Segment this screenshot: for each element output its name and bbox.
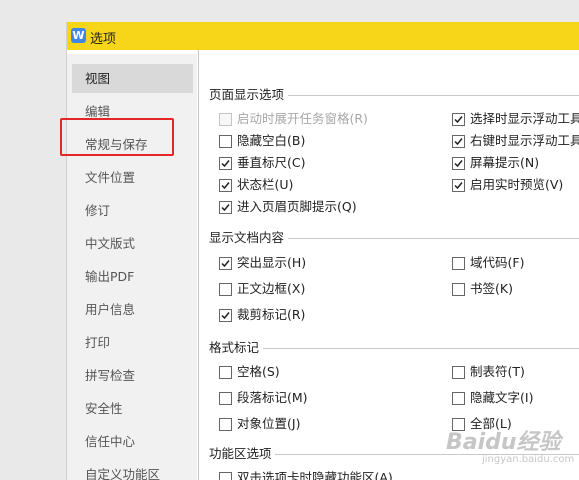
checkbox-box[interactable] xyxy=(219,157,232,170)
checkbox-label: 隐藏空白(B) xyxy=(237,133,306,148)
checkbox-box[interactable] xyxy=(452,257,465,270)
checkbox-box[interactable] xyxy=(452,392,465,405)
window-title: 选项 xyxy=(90,32,117,47)
checkbox-label: 垂直标尺(C) xyxy=(237,155,306,170)
checkbox-box[interactable] xyxy=(219,257,232,270)
section-divider xyxy=(263,348,579,349)
checkbox-label: 双击选项卡时隐藏功能区(A) xyxy=(237,470,393,480)
check-mark-icon xyxy=(221,260,230,268)
checkbox-box[interactable] xyxy=(452,135,465,148)
sidebar-item-trust-center[interactable]: 信任中心 xyxy=(72,427,193,456)
checkbox-label: 书签(K) xyxy=(470,281,513,296)
checkbox-box[interactable] xyxy=(452,157,465,170)
section-title-page-display: 页面显示选项 xyxy=(209,87,285,102)
check-mark-icon xyxy=(454,116,463,124)
checkbox-box[interactable] xyxy=(219,309,232,322)
watermark-logo: Baidu经验 xyxy=(446,430,561,455)
sidebar-item-print[interactable]: 打印 xyxy=(72,328,193,357)
sidebar-item-user-info[interactable]: 用户信息 xyxy=(72,295,193,324)
checkbox-label: 选择时显示浮动工具栏 xyxy=(470,111,579,126)
check-mark-icon xyxy=(454,160,463,168)
section-divider xyxy=(288,238,579,239)
checkbox-label: 屏幕提示(N) xyxy=(470,155,540,170)
checkbox-label: 突出显示(H) xyxy=(237,255,307,270)
checkbox-label: 右键时显示浮动工具栏 xyxy=(470,133,579,148)
checkbox-box[interactable] xyxy=(452,179,465,192)
title-bar[interactable]: W 选项 xyxy=(67,22,579,50)
check-mark-icon xyxy=(221,312,230,320)
checkbox-label: 裁剪标记(R) xyxy=(237,307,306,322)
check-mark-icon xyxy=(454,138,463,146)
sidebar-item-revision[interactable]: 修订 xyxy=(72,196,193,225)
sidebar-item-view[interactable]: 视图 xyxy=(72,64,193,93)
watermark-url: jingyan.baidu.com xyxy=(482,454,575,465)
sidebar-item-file-location[interactable]: 文件位置 xyxy=(72,163,193,192)
checkbox-box[interactable] xyxy=(219,366,232,379)
checkbox-label: 隐藏文字(I) xyxy=(470,390,534,405)
wps-writer-icon: W xyxy=(71,28,86,43)
check-mark-icon xyxy=(221,204,230,212)
checkbox-label: 启动时展开任务窗格(R) xyxy=(237,111,368,126)
check-mark-icon xyxy=(221,182,230,190)
sidebar-item-output-pdf[interactable]: 输出PDF xyxy=(72,262,193,291)
section-title-format-marks: 格式标记 xyxy=(209,340,260,355)
baidu-watermark: Baidu经验 jingyan.baidu.com xyxy=(446,424,579,474)
checkbox-label: 状态栏(U) xyxy=(237,177,294,192)
check-mark-icon xyxy=(221,160,230,168)
checkbox-label: 制表符(T) xyxy=(470,364,525,379)
checkbox-label: 空格(S) xyxy=(237,364,280,379)
checkbox-box[interactable] xyxy=(219,179,232,192)
checkbox-box[interactable] xyxy=(219,113,232,126)
options-dialog: W 选项 视图 编辑 常规与保存 文件位置 修订 中文版式 输出PDF 用户信息… xyxy=(66,22,579,480)
checkbox-label: 对象位置(J) xyxy=(237,416,301,431)
highlight-annotation xyxy=(60,118,174,156)
sidebar-item-security[interactable]: 安全性 xyxy=(72,394,193,423)
checkbox-box[interactable] xyxy=(219,392,232,405)
checkbox-box[interactable] xyxy=(219,135,232,148)
checkbox-box[interactable] xyxy=(452,283,465,296)
sidebar-item-spell-check[interactable]: 拼写检查 xyxy=(72,361,193,390)
checkbox-label: 启用实时预览(V) xyxy=(470,177,564,192)
checkbox-label: 段落标记(M) xyxy=(237,390,308,405)
options-content: 页面显示选项 启动时展开任务窗格(R) 隐藏空白(B) 垂直标尺(C) 状态栏(… xyxy=(198,50,579,480)
checkbox-label: 正文边框(X) xyxy=(237,281,306,296)
section-title-ribbon: 功能区选项 xyxy=(209,446,272,461)
check-mark-icon xyxy=(454,182,463,190)
sidebar-item-customize-ribbon[interactable]: 自定义功能区 xyxy=(72,460,193,480)
checkbox-box[interactable] xyxy=(219,283,232,296)
checkbox-box[interactable] xyxy=(452,366,465,379)
checkbox-box[interactable] xyxy=(219,201,232,214)
section-divider xyxy=(288,95,579,96)
checkbox-label: 域代码(F) xyxy=(470,255,525,270)
checkbox-label: 进入页眉页脚提示(Q) xyxy=(237,199,357,214)
checkbox-box[interactable] xyxy=(452,113,465,126)
section-title-doc-content: 显示文档内容 xyxy=(209,230,285,245)
sidebar-item-chinese-layout[interactable]: 中文版式 xyxy=(72,229,193,258)
checkbox-box[interactable] xyxy=(219,418,232,431)
checkbox-box[interactable] xyxy=(219,472,232,480)
